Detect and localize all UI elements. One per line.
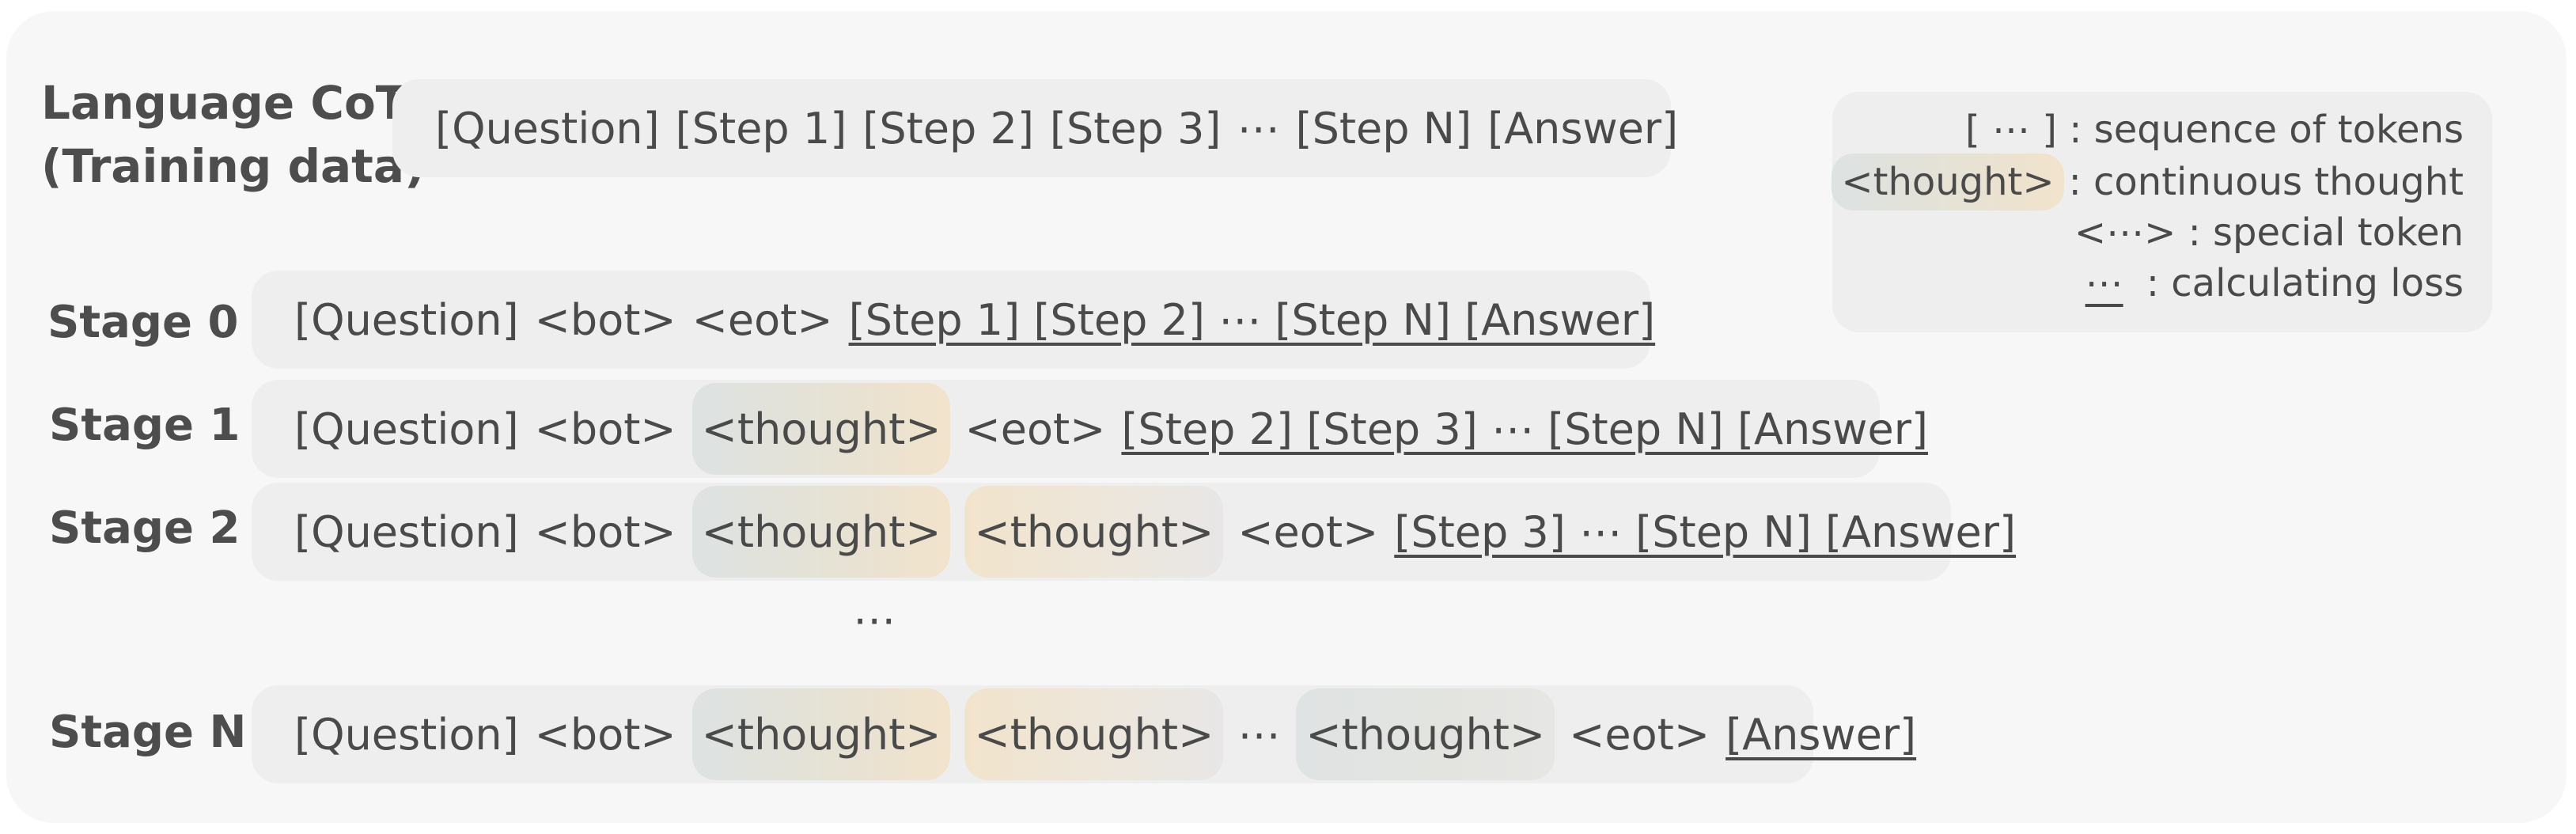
legend-loss-desc: : calculating loss bbox=[2146, 261, 2464, 305]
stage-2-sequence: [Question] <bot> <thought> <thought> <eo… bbox=[252, 483, 2016, 581]
stage-0-label: Stage 0 bbox=[47, 297, 239, 348]
legend-sequence: [ ⋯ ] : sequence of tokens bbox=[1965, 108, 2464, 152]
token-eot: <eot> bbox=[1237, 506, 1379, 557]
legend-thought-desc: : continuous thought bbox=[2068, 160, 2464, 204]
token-step-1: [Step 1] bbox=[675, 103, 847, 154]
token-question: [Question] bbox=[294, 404, 519, 454]
legend-thought: <thought>: continuous thought bbox=[1832, 154, 2464, 210]
continuous-thought: <thought> bbox=[691, 383, 951, 475]
stage-2-label: Stage 2 bbox=[49, 502, 241, 554]
stage-n-sequence: [Question] <bot> <thought> <thought> ⋯ <… bbox=[252, 685, 1916, 783]
token-eot: <eot> bbox=[691, 294, 833, 345]
token-step-3: [Step 3] bbox=[1049, 103, 1222, 154]
loss-tokens: [Step 1] [Step 2] ⋯ [Step N] [Answer] bbox=[848, 294, 1656, 345]
token-bot: <bot> bbox=[534, 294, 676, 345]
loss-tokens: [Step 2] [Step 3] ⋯ [Step N] [Answer] bbox=[1121, 404, 1928, 454]
token-question: [Question] bbox=[294, 709, 519, 760]
stage-n-label: Stage N bbox=[49, 707, 247, 758]
language-cot-sequence: [Question] [Step 1] [Step 2] [Step 3] ⋯ … bbox=[392, 79, 1678, 177]
token-question: [Question] bbox=[435, 103, 660, 154]
token-eot: <eot> bbox=[964, 404, 1106, 454]
legend-seq-key: [ ⋯ ] bbox=[1965, 108, 2057, 152]
legend-seq-desc: : sequence of tokens bbox=[2069, 108, 2464, 152]
legend-special: <⋯> : special token bbox=[2074, 210, 2464, 255]
token-bot: <bot> bbox=[534, 404, 676, 454]
language-cot-subtitle: (Training data) bbox=[41, 139, 426, 193]
token-step-2: [Step 2] bbox=[862, 103, 1034, 154]
continuous-thought: <thought> bbox=[964, 486, 1224, 578]
legend-thought-key: <thought> bbox=[1832, 154, 2064, 210]
loss-tokens: [Step 3] ⋯ [Step N] [Answer] bbox=[1394, 506, 2017, 557]
token-eot: <eot> bbox=[1569, 709, 1710, 760]
token-question: [Question] bbox=[294, 506, 519, 557]
token-question: [Question] bbox=[294, 294, 519, 345]
legend-loss: ⋯ : calculating loss bbox=[2074, 261, 2464, 305]
token-ellipsis: ⋯ bbox=[1237, 103, 1280, 154]
token-bot: <bot> bbox=[534, 506, 676, 557]
legend-special-key: <⋯> bbox=[2074, 210, 2176, 255]
token-bot: <bot> bbox=[534, 709, 676, 760]
token-answer: [Answer] bbox=[1487, 103, 1679, 154]
continuous-thought: <thought> bbox=[691, 486, 951, 578]
continuous-thought: <thought> bbox=[1296, 688, 1555, 780]
legend-loss-key: ⋯ bbox=[2085, 261, 2123, 305]
stage-0-sequence: [Question] <bot> <eot> [Step 1] [Step 2]… bbox=[252, 271, 1655, 369]
thought-ellipsis: ⋯ bbox=[1237, 709, 1281, 760]
stage-1-label: Stage 1 bbox=[49, 400, 241, 451]
loss-tokens: [Answer] bbox=[1726, 709, 1917, 760]
language-cot-label: Language CoT (Training data) bbox=[41, 71, 426, 198]
token-step-n: [Step N] bbox=[1295, 103, 1472, 154]
continuous-thought: <thought> bbox=[964, 688, 1224, 780]
continuous-thought: <thought> bbox=[691, 688, 951, 780]
legend: [ ⋯ ] : sequence of tokens <thought>: co… bbox=[1832, 92, 2492, 332]
stage-1-sequence: [Question] <bot> <thought> <eot> [Step 2… bbox=[252, 380, 1928, 478]
language-cot-title: Language CoT bbox=[41, 76, 407, 130]
legend-special-desc: : special token bbox=[2188, 210, 2464, 255]
stages-ellipsis: ⋯ bbox=[853, 595, 896, 645]
